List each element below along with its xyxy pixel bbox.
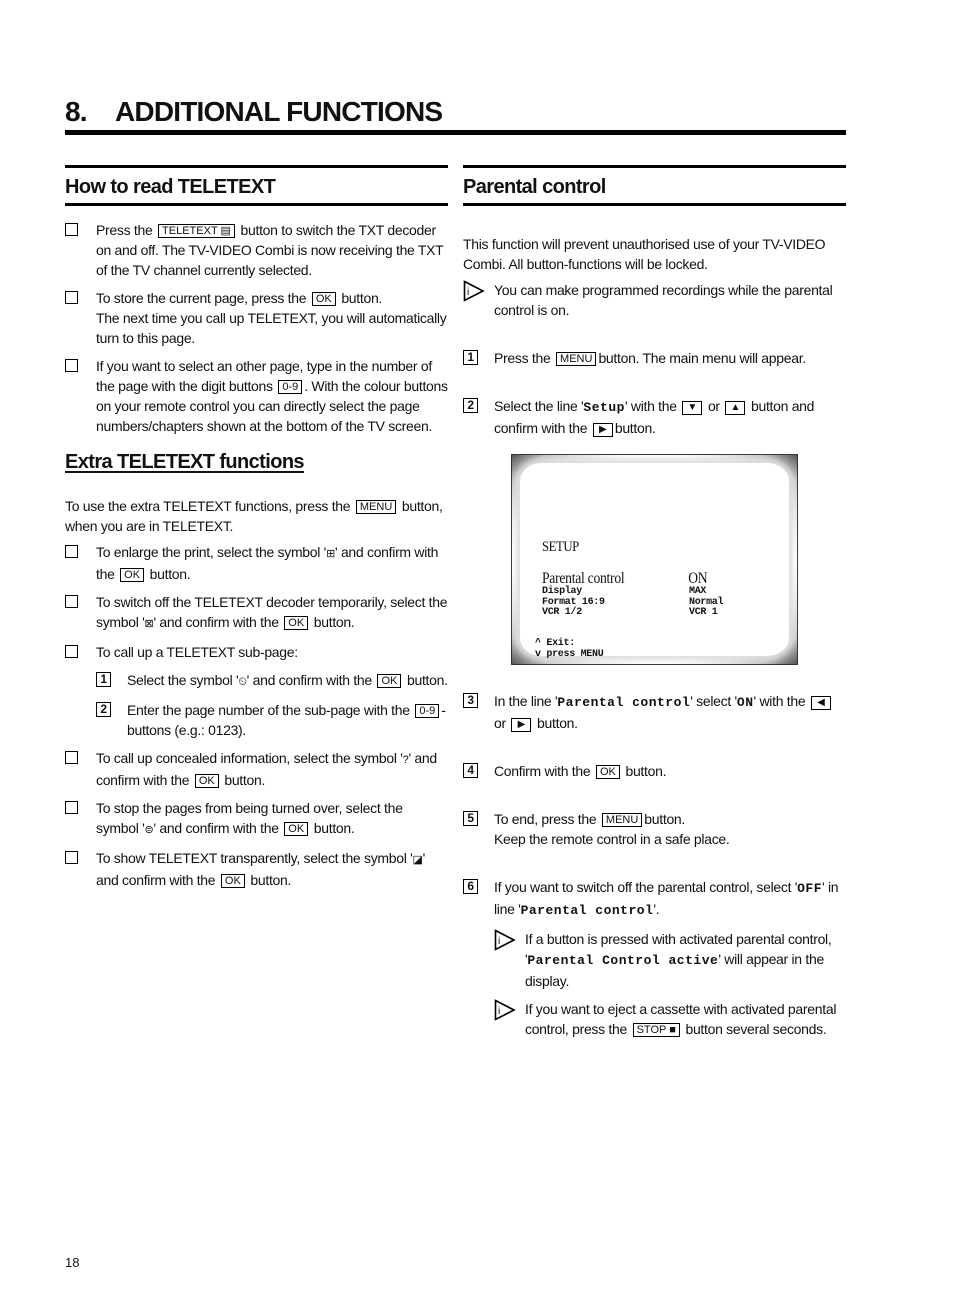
page-number: 18 [65, 1255, 80, 1270]
tv-menu-title: SETUP [542, 539, 579, 555]
checkbox-bullet-icon [65, 545, 78, 558]
step: 6 If you want to switch off the parental… [463, 877, 846, 921]
svg-text:i: i [467, 287, 469, 298]
ok-key: OK [194, 774, 219, 788]
info-icon: i [494, 929, 516, 951]
tv-footer: ^ Exit: v press MENU [535, 638, 604, 660]
step-number: 2 [96, 702, 111, 717]
digit-key: 0-9 [278, 380, 303, 394]
info-icon: i [463, 280, 485, 302]
list-item: To enlarge the print, select the symbol … [65, 542, 448, 584]
subpage-step: 2 Enter the page number of the sub-page … [96, 700, 448, 740]
list-item: To show TELETEXT transparently, select t… [65, 848, 448, 890]
step: 3 In the line 'Parental control' select … [463, 691, 846, 733]
step: 2 Select the line 'Setup' with the ▼ or … [463, 396, 846, 438]
manual-page: 8. ADDITIONAL FUNCTIONS How to read TELET… [0, 0, 954, 1302]
parental-intro: This function will prevent unauthorised … [463, 236, 826, 272]
svg-text:i: i [498, 936, 500, 947]
list-item: To stop the pages from being turned over… [65, 798, 448, 840]
step-number: 4 [463, 763, 478, 778]
step-number: 1 [463, 350, 478, 365]
checkbox-bullet-icon [65, 801, 78, 814]
ok-key: OK [120, 568, 145, 582]
step-number: 3 [463, 693, 478, 708]
list-item: To call up a TELETEXT sub-page: [65, 642, 448, 662]
step-number: 6 [463, 879, 478, 894]
right-arrow-key: ▶ [511, 718, 532, 732]
step-number: 5 [463, 811, 478, 826]
enlarge-icon: ⊞ [326, 548, 335, 560]
step: 5 To end, press the MENU button. Keep the… [463, 809, 846, 849]
ok-key: OK [284, 822, 309, 836]
svg-text:i: i [498, 1006, 500, 1017]
checkbox-bullet-icon [65, 751, 78, 764]
extra-intro: To use the extra TELETEXT functions, pre… [65, 498, 443, 534]
info-icon: i [494, 999, 516, 1021]
digit-key: 0-9 [415, 704, 440, 718]
menu-key: MENU [601, 813, 643, 827]
list-item: If you want to select an other page, typ… [65, 356, 448, 436]
list-item: To call up concealed information, select… [65, 748, 448, 790]
up-arrow-key: ▲ [725, 401, 746, 415]
list-item: Press the TELETEXT ▤ button to switch th… [65, 220, 448, 280]
extra-teletext-heading: Extra TELETEXT functions [65, 451, 305, 473]
tv-screen: SETUP Parental control ON Display MAX For… [520, 463, 789, 659]
tv-screen-illustration: SETUP Parental control ON Display MAX For… [511, 454, 798, 665]
checkbox-bullet-icon [65, 851, 78, 864]
info-note: i If you want to eject a cassette with a… [494, 999, 846, 1039]
chapter-title: 8. ADDITIONAL FUNCTIONS [65, 96, 846, 135]
parental-control-heading: Parental control [463, 165, 846, 206]
ok-key: OK [311, 292, 336, 306]
step-number: 1 [96, 672, 111, 687]
list-item: To store the current page, press the OK … [65, 288, 448, 348]
checkbox-bullet-icon [65, 223, 78, 236]
checkbox-bullet-icon [65, 645, 78, 658]
ok-key: OK [220, 874, 245, 888]
parental-control-column: Parental control This function will prev… [463, 165, 846, 1047]
checkbox-bullet-icon [65, 291, 78, 304]
menu-key: MENU [355, 500, 397, 514]
ok-key: OK [595, 765, 620, 779]
info-note: i You can make programmed recordings whi… [463, 280, 846, 320]
subpage-step: 1 Select the symbol '⏲' and confirm with… [96, 670, 448, 692]
chapter-heading: ADDITIONAL FUNCTIONS [115, 96, 443, 127]
checkbox-bullet-icon [65, 595, 78, 608]
stop-key: STOP ■ [632, 1023, 680, 1037]
mix-icon: ◪ [412, 854, 423, 866]
chapter-number: 8. [65, 96, 88, 127]
ok-key: OK [284, 616, 309, 630]
step: 1 Press the MENU button. The main menu wi… [463, 348, 846, 368]
menu-key: MENU [556, 352, 597, 366]
tv-menu-row: VCR 1/2 VCR 1 [542, 607, 718, 618]
ok-key: OK [377, 674, 402, 688]
step-number: 2 [463, 398, 478, 413]
tv-menu-rows: Display MAX Format 16:9 Normal VCR 1/2 VCR … [542, 586, 772, 619]
info-note: i If a button is pressed with activated … [494, 929, 846, 991]
teletext-heading: How to read TELETEXT [65, 165, 448, 206]
step: 4 Confirm with the OK button. [463, 761, 846, 781]
teletext-column: How to read TELETEXT Press the TELETEXT … [65, 165, 448, 898]
left-arrow-key: ◀ [810, 696, 831, 710]
checkbox-bullet-icon [65, 359, 78, 372]
list-item: To switch off the TELETEXT decoder tempo… [65, 592, 448, 634]
down-arrow-key: ▼ [682, 401, 703, 415]
teletext-key: TELETEXT ▤ [158, 224, 235, 238]
subpage-icon: ⏲ [238, 676, 247, 688]
right-arrow-key: ▶ [592, 423, 613, 437]
